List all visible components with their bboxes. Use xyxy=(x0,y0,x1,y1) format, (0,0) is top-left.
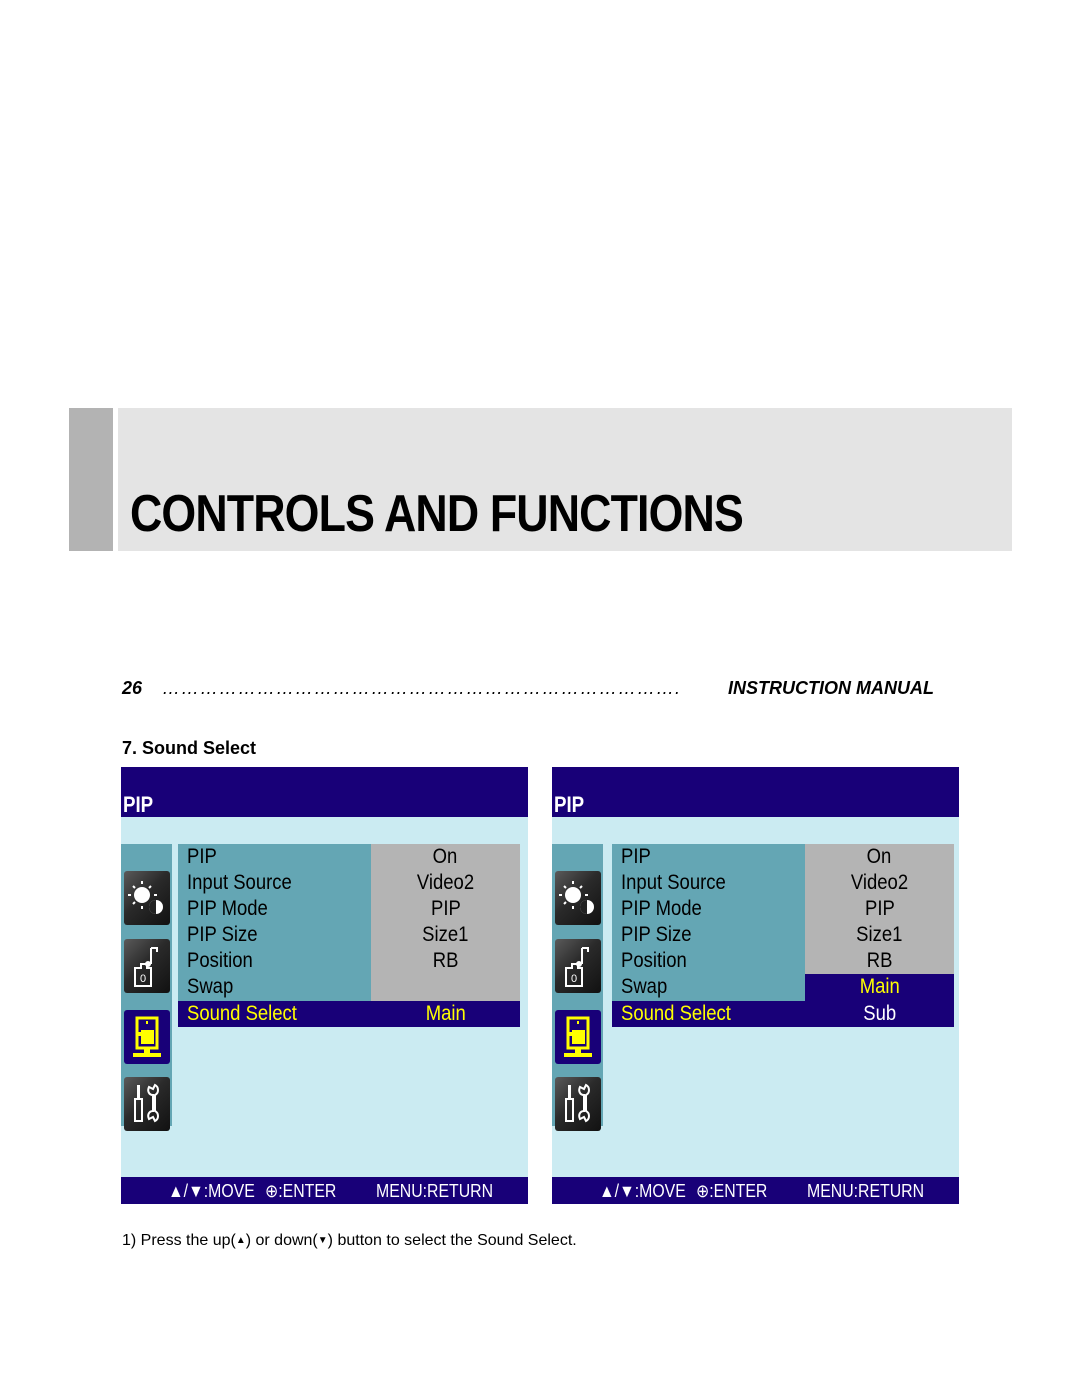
enter-hint: ⊕:ENTER xyxy=(696,1181,768,1201)
return-hint: MENU:RETURN xyxy=(807,1181,925,1201)
picture-icon[interactable] xyxy=(124,871,170,925)
osd-screen-1: PIP 0 PIP On Input Source Video2 PIP Mode P… xyxy=(121,767,528,1204)
row-label: Position xyxy=(187,949,253,972)
page-number: 26 xyxy=(122,678,143,698)
osd-title: PIP xyxy=(554,792,585,817)
menu-row-input-source[interactable]: Input Source Video2 xyxy=(178,870,520,896)
menu-row-pip-size[interactable]: PIP Size Size1 xyxy=(178,922,520,948)
row-value: PIP xyxy=(430,897,461,920)
instruction-text: ) button to select the Sound Select. xyxy=(327,1232,577,1249)
row-label: PIP Size xyxy=(621,923,692,946)
page-header: 26 ………………………………………………………………………. INSTRUCT… xyxy=(122,678,934,700)
osd-title-bar: PIP xyxy=(552,767,959,817)
menu-row-sound-select[interactable]: Sound Select Sub xyxy=(612,1001,954,1027)
menu-row-pip[interactable]: PIP On xyxy=(178,844,520,870)
row-value: Video2 xyxy=(850,871,909,894)
pip-menu: PIP On Input Source Video2 PIP Mode PIP PIP… xyxy=(178,844,520,1029)
picture-icon[interactable] xyxy=(555,871,601,925)
osd-title-bar: PIP xyxy=(121,767,528,817)
instruction-text: ) or down( xyxy=(245,1232,318,1249)
row-value: Size1 xyxy=(856,923,903,946)
setup-icon[interactable] xyxy=(124,1077,170,1131)
osd-footer: ▲/▼:MOVE ⊕:ENTER MENU:RETURN xyxy=(121,1177,528,1204)
section-title: 7. Sound Select xyxy=(122,738,257,758)
row-value: Video2 xyxy=(416,871,475,894)
move-hint: ▲/▼:MOVE xyxy=(599,1181,686,1201)
row-label: Position xyxy=(621,949,687,972)
pip-menu: PIP On Input Source Video2 PIP Mode PIP PIP… xyxy=(612,844,954,1029)
menu-row-pip-mode[interactable]: PIP Mode PIP xyxy=(612,896,954,922)
option-main[interactable]: Main xyxy=(805,975,954,999)
sound-icon[interactable]: 0 xyxy=(124,939,170,993)
row-label: PIP xyxy=(187,845,217,868)
pip-icon[interactable] xyxy=(124,1010,170,1064)
move-hint: ▲/▼:MOVE xyxy=(168,1181,255,1201)
svg-text:0: 0 xyxy=(140,973,146,985)
row-label: PIP Size xyxy=(187,923,258,946)
row-label: Input Source xyxy=(187,871,292,894)
menu-row-pip-size[interactable]: PIP Size Size1 xyxy=(612,922,954,948)
manual-title: INSTRUCTION MANUAL xyxy=(728,678,934,698)
row-value: RB xyxy=(866,949,893,972)
svg-text:0: 0 xyxy=(571,973,577,985)
instruction-text: 1) Press the up( xyxy=(122,1232,236,1249)
osd-sidebar: 0 xyxy=(121,844,172,1131)
osd-sidebar: 0 xyxy=(552,844,603,1131)
option-sub[interactable]: Sub xyxy=(805,1002,954,1026)
instruction-step-1: 1) Press the up(▲) or down(▼) button to … xyxy=(122,1232,577,1250)
row-value xyxy=(371,975,520,999)
down-arrow-icon: ▼ xyxy=(317,1235,328,1246)
osd-screen-2: PIP 0 PIP On Input Source Video2 PIP Mode P… xyxy=(552,767,959,1204)
row-label: Sound Select xyxy=(187,1002,297,1025)
menu-row-sound-select[interactable]: Sound Select Main xyxy=(178,1001,520,1027)
row-label: Swap xyxy=(187,975,234,998)
menu-row-swap[interactable]: Swap Main xyxy=(612,974,954,1000)
sound-icon[interactable]: 0 xyxy=(555,939,601,993)
osd-footer: ▲/▼:MOVE ⊕:ENTER MENU:RETURN xyxy=(552,1177,959,1204)
row-label: PIP Mode xyxy=(621,897,702,920)
row-label: PIP Mode xyxy=(187,897,268,920)
row-label: PIP xyxy=(621,845,651,868)
row-label: Swap xyxy=(621,975,668,998)
menu-row-position[interactable]: Position RB xyxy=(612,948,954,974)
osd-title: PIP xyxy=(123,792,154,817)
row-value: Main xyxy=(425,1002,466,1025)
up-arrow-icon: ▲ xyxy=(235,1235,246,1246)
enter-hint: ⊕:ENTER xyxy=(265,1181,337,1201)
menu-row-input-source[interactable]: Input Source Video2 xyxy=(612,870,954,896)
row-value: On xyxy=(867,845,892,868)
menu-row-position[interactable]: Position RB xyxy=(178,948,520,974)
pip-icon[interactable] xyxy=(555,1010,601,1064)
return-hint: MENU:RETURN xyxy=(376,1181,494,1201)
row-value: PIP xyxy=(864,897,895,920)
menu-row-swap[interactable]: Swap xyxy=(178,974,520,1000)
menu-row-pip[interactable]: PIP On xyxy=(612,844,954,870)
row-value: Size1 xyxy=(422,923,469,946)
setup-icon[interactable] xyxy=(555,1077,601,1131)
row-label: Input Source xyxy=(621,871,726,894)
menu-row-pip-mode[interactable]: PIP Mode PIP xyxy=(178,896,520,922)
row-value: On xyxy=(433,845,458,868)
chapter-title: CONTROLS AND FUNCTIONS xyxy=(130,485,744,543)
chapter-accent-bar xyxy=(69,408,113,551)
leader-dots: ………………………………………………………………………. xyxy=(162,678,682,698)
row-label: Sound Select xyxy=(621,1002,731,1025)
row-value: RB xyxy=(432,949,459,972)
